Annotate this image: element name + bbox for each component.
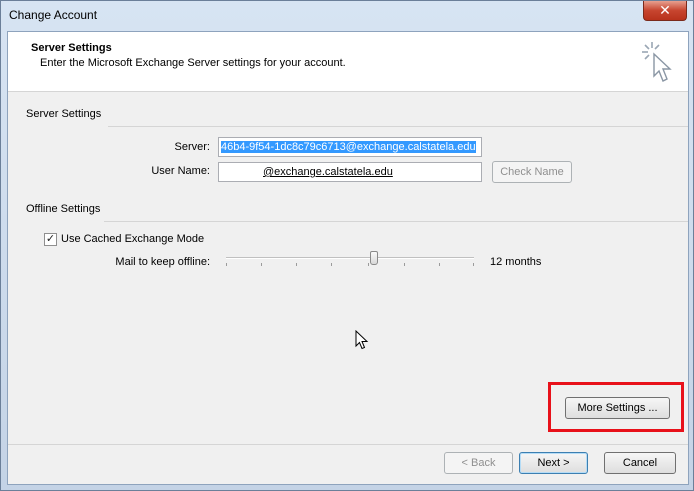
header-title: Server Settings xyxy=(31,42,112,54)
username-label: User Name: xyxy=(151,165,210,177)
slider-tick xyxy=(404,263,405,266)
mail-keep-label: Mail to keep offline: xyxy=(115,256,210,268)
cached-mode-label: Use Cached Exchange Mode xyxy=(61,233,205,245)
slider-tick xyxy=(331,263,332,266)
checkmark-icon: ✓ xyxy=(45,233,56,245)
server-settings-section-label: Server Settings xyxy=(26,108,102,120)
slider-tick xyxy=(368,263,369,266)
back-label: < Back xyxy=(461,457,496,469)
mouse-pointer-icon xyxy=(355,330,369,350)
next-button[interactable]: Next > xyxy=(519,452,588,474)
dialog-body: Server Settings Enter the Microsoft Exch… xyxy=(7,31,689,485)
header-subtitle: Enter the Microsoft Exchange Server sett… xyxy=(40,57,346,69)
username-value: @exchange.calstatela.edu xyxy=(263,166,393,178)
footer-divider xyxy=(8,444,688,445)
check-name-label: Check Name xyxy=(500,166,564,178)
server-input[interactable]: 46b4-9f54-1dc8c79c6713@exchange.calstate… xyxy=(218,137,482,157)
cached-mode-checkbox[interactable]: ✓ xyxy=(44,233,57,246)
back-button[interactable]: < Back xyxy=(444,452,513,474)
section-divider xyxy=(108,126,688,127)
slider-track xyxy=(226,257,474,259)
close-button[interactable]: ✕ xyxy=(643,1,687,21)
highlight-annotation xyxy=(548,382,684,432)
cancel-label: Cancel xyxy=(622,457,658,469)
slider-tick xyxy=(296,263,297,266)
setup-wand-icon xyxy=(642,42,672,82)
check-name-button[interactable]: Check Name xyxy=(492,161,572,183)
slider-tick xyxy=(439,263,440,266)
server-label: Server: xyxy=(174,141,210,153)
slider-tick xyxy=(226,263,227,266)
slider-tick xyxy=(261,263,262,266)
server-value: 46b4-9f54-1dc8c79c6713@exchange.calstate… xyxy=(221,141,476,153)
slider-thumb[interactable] xyxy=(370,251,378,265)
window-title: Change Account xyxy=(9,8,98,22)
dialog-header: Server Settings Enter the Microsoft Exch… xyxy=(8,32,688,92)
mail-keep-value: 12 months xyxy=(490,256,542,268)
slider-tick xyxy=(473,263,474,266)
change-account-window: Change Account ✕ Server Settings Enter t… xyxy=(0,0,694,491)
offline-settings-section-label: Offline Settings xyxy=(26,203,101,215)
close-icon: ✕ xyxy=(659,2,671,18)
cancel-button[interactable]: Cancel xyxy=(604,452,676,474)
next-label: Next > xyxy=(537,457,570,469)
title-bar[interactable]: Change Account ✕ xyxy=(1,1,693,31)
section-divider xyxy=(104,221,688,222)
username-input[interactable]: @exchange.calstatela.edu xyxy=(218,162,482,182)
